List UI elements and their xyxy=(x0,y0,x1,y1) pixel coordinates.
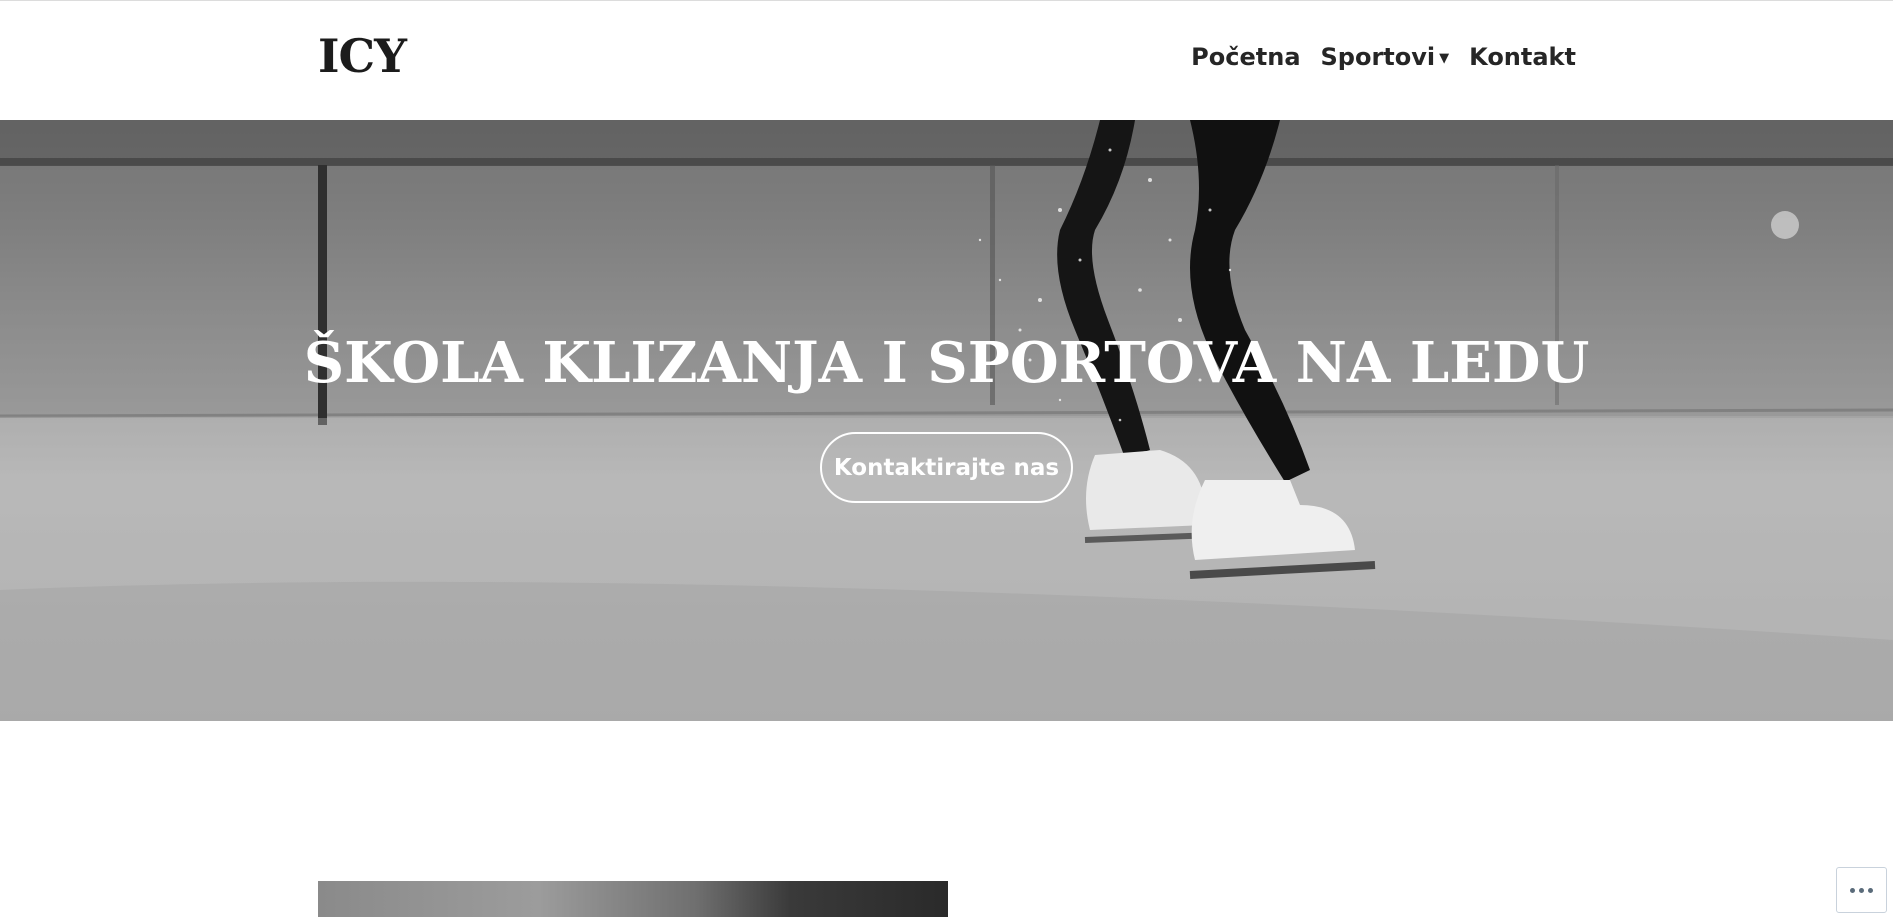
hero-title: ŠKOLA KLIZANJA I SPORTOVA NA LEDU xyxy=(303,330,1590,396)
ellipsis-icon xyxy=(1848,887,1875,893)
content-image xyxy=(318,881,948,917)
site-logo[interactable]: ICY xyxy=(318,28,407,84)
hero-banner: ŠKOLA KLIZANJA I SPORTOVA NA LEDU Kontak… xyxy=(0,120,1893,721)
main-nav: Početna Sportovi ▼ Kontakt xyxy=(1171,38,1576,76)
contact-us-button[interactable]: Kontaktirajte nas xyxy=(820,432,1073,503)
nav-item-kontakt[interactable]: Kontakt xyxy=(1469,40,1576,74)
nav-item-label: Sportovi xyxy=(1320,43,1436,71)
nav-item-label: Kontakt xyxy=(1469,43,1576,71)
nav-item-label: Početna xyxy=(1191,43,1301,71)
site-header: ICY Početna Sportovi ▼ Kontakt xyxy=(0,0,1893,120)
nav-item-pocetna[interactable]: Početna xyxy=(1191,40,1300,74)
hero-background-image xyxy=(0,120,1893,721)
nav-item-sportovi[interactable]: Sportovi ▼ xyxy=(1321,38,1450,76)
more-actions-button[interactable] xyxy=(1836,867,1887,913)
caret-down-icon: ▼ xyxy=(1439,51,1450,66)
